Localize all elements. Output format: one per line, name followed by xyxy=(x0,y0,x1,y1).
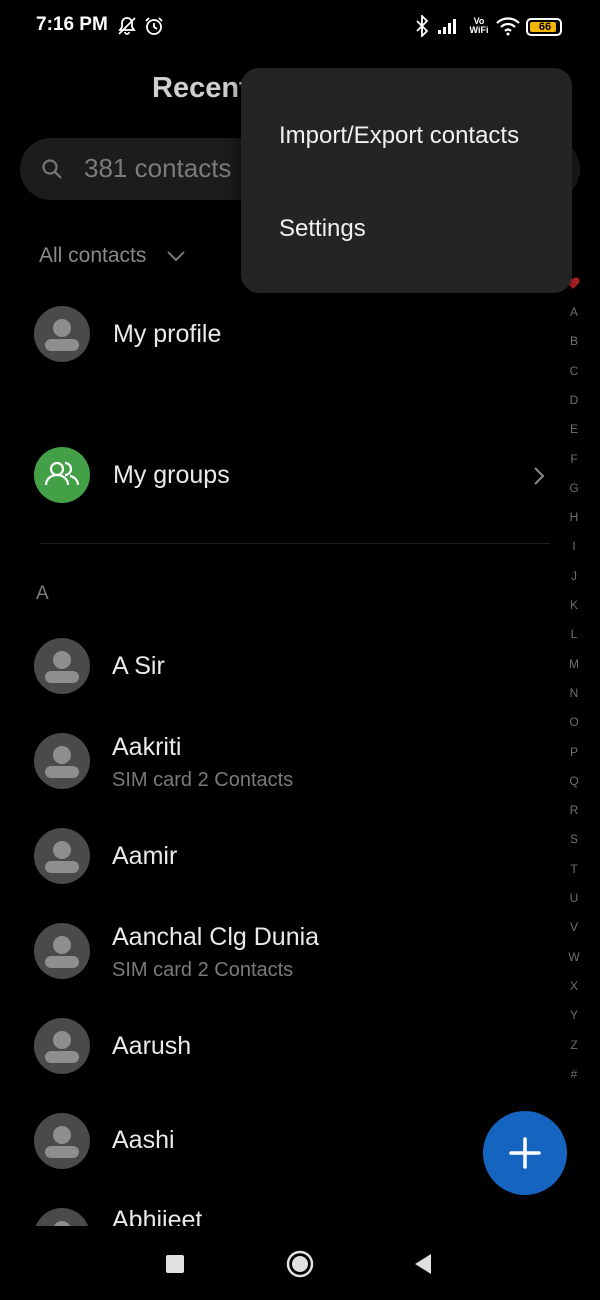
list-item[interactable]: Aashi xyxy=(0,1105,470,1177)
alphabet-index-letter[interactable]: A xyxy=(565,305,583,319)
contact-name: A Sir xyxy=(112,652,165,680)
home-circle-icon[interactable] xyxy=(286,1250,314,1283)
battery-icon: 66 xyxy=(526,18,562,36)
status-time: 7:16 PM xyxy=(36,14,108,35)
menu-item-settings[interactable]: Settings xyxy=(241,183,572,273)
contact-name: Aarush xyxy=(112,1032,192,1060)
alphabet-index-letter[interactable]: V xyxy=(565,920,583,934)
alphabet-index-letter[interactable]: H xyxy=(565,510,583,524)
alphabet-index-letter[interactable]: N xyxy=(565,686,583,700)
alphabet-index-letter[interactable]: G xyxy=(565,481,583,495)
alphabet-index-letter[interactable]: W xyxy=(565,950,583,964)
avatar xyxy=(34,638,90,694)
plus-icon xyxy=(507,1135,543,1176)
avatar xyxy=(34,1113,90,1169)
avatar xyxy=(34,1208,90,1226)
system-nav-bar xyxy=(0,1226,600,1300)
add-contact-button[interactable] xyxy=(483,1111,567,1195)
notification-muted-icon xyxy=(116,14,138,38)
alphabet-index-letter[interactable]: U xyxy=(565,891,583,905)
chevron-down-icon xyxy=(166,244,186,268)
search-icon xyxy=(40,157,64,186)
alphabet-index-letter[interactable]: # xyxy=(565,1067,583,1081)
alphabet-index-letter[interactable]: X xyxy=(565,979,583,993)
contact-source: SIM card 2 Contacts xyxy=(112,959,294,981)
my-groups-label: My groups xyxy=(113,461,230,489)
list-item[interactable]: Abhijeet xyxy=(0,1200,470,1226)
contact-source: SIM card 2 Contacts xyxy=(112,769,294,791)
groups-icon xyxy=(34,447,90,503)
back-triangle-icon[interactable] xyxy=(413,1253,433,1280)
alphabet-index-letter[interactable]: Z xyxy=(565,1038,583,1052)
my-groups-row[interactable]: My groups xyxy=(0,440,560,512)
menu-item-import-export[interactable]: Import/Export contacts xyxy=(241,90,572,180)
section-header: A xyxy=(36,583,49,604)
contact-name: Aamir xyxy=(112,842,178,870)
my-profile-row[interactable]: My profile xyxy=(0,300,550,372)
list-item[interactable]: Aanchal Clg Dunia SIM card 2 Contacts xyxy=(0,915,550,987)
battery-level: 66 xyxy=(538,21,552,33)
alphabet-index-letter[interactable]: M xyxy=(565,657,583,671)
menu-item-label: Import/Export contacts xyxy=(279,122,520,149)
alphabet-index-letter[interactable]: Y xyxy=(565,1008,583,1022)
alphabet-index-letter[interactable]: Q xyxy=(565,774,583,788)
list-item[interactable]: Aarush xyxy=(0,1010,550,1082)
alphabet-index-letter[interactable]: O xyxy=(565,715,583,729)
alphabet-index-letter[interactable]: B xyxy=(565,334,583,348)
alphabet-index-letter[interactable]: I xyxy=(565,539,583,553)
vowifi-label: Vo WiFi xyxy=(469,16,489,35)
overflow-menu: Import/Export contacts Settings xyxy=(241,68,572,293)
filter-label: All contacts xyxy=(39,244,147,267)
alphabet-index-letter[interactable]: P xyxy=(565,745,583,759)
bluetooth-icon xyxy=(413,14,431,38)
contact-name: Abhijeet xyxy=(112,1206,203,1226)
alphabet-index-letter[interactable]: T xyxy=(565,862,583,876)
alphabet-index-letter[interactable]: R xyxy=(565,803,583,817)
alphabet-index-letter[interactable]: S xyxy=(565,832,583,846)
alarm-icon xyxy=(143,14,165,38)
contact-name: Aashi xyxy=(112,1126,175,1154)
contact-name: Aanchal Clg Dunia xyxy=(112,923,320,951)
my-profile-label: My profile xyxy=(113,320,222,348)
alphabet-index-letter[interactable]: K xyxy=(565,598,583,612)
alphabet-index-letter[interactable]: L xyxy=(565,627,583,641)
list-item[interactable]: Aakriti SIM card 2 Contacts xyxy=(0,725,550,797)
alphabet-index-letter[interactable]: J xyxy=(565,569,583,583)
divider xyxy=(40,543,550,544)
list-item[interactable]: A Sir xyxy=(0,630,550,702)
cell-signal-icon xyxy=(435,14,461,38)
avatar xyxy=(34,733,90,789)
alphabet-index-letter[interactable]: C xyxy=(565,364,583,378)
status-bar: 7:16 PM Vo WiFi 66 xyxy=(0,0,600,56)
contact-name: Aakriti xyxy=(112,733,182,761)
recents-square-icon[interactable] xyxy=(166,1255,184,1273)
wifi-icon xyxy=(494,14,522,38)
avatar xyxy=(34,828,90,884)
avatar xyxy=(34,306,90,362)
menu-item-label: Settings xyxy=(279,215,366,242)
avatar xyxy=(34,1018,90,1074)
avatar xyxy=(34,923,90,979)
alphabet-index-letter[interactable]: E xyxy=(565,422,583,436)
contacts-filter-dropdown[interactable]: All contacts xyxy=(39,244,186,268)
page-title: Recent xyxy=(152,72,249,104)
list-item[interactable]: Aamir xyxy=(0,820,550,892)
alphabet-index-letter[interactable]: D xyxy=(565,393,583,407)
search-placeholder: 381 contacts xyxy=(84,153,232,183)
alphabet-index-letter[interactable]: F xyxy=(565,452,583,466)
chevron-right-icon xyxy=(532,465,546,492)
